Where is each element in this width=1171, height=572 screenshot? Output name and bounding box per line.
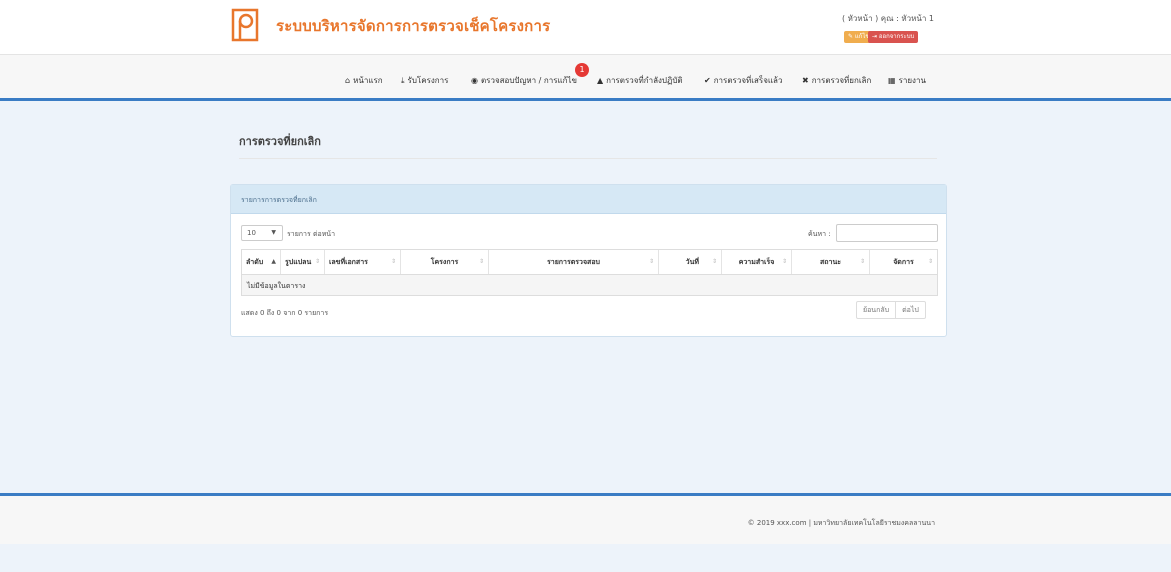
column-header-label: เลขที่เอกสาร: [329, 258, 368, 266]
title-divider: [239, 158, 937, 159]
check-icon: ✔: [704, 76, 711, 85]
nav-in-progress[interactable]: ▲ การตรวจที่กำลังปฏิบัติ: [597, 74, 683, 87]
header: ระบบบริหารจัดการการตรวจเช็คโครงการ ( หัว…: [0, 0, 1171, 54]
nav-home[interactable]: ⌂ หน้าแรก: [345, 74, 383, 87]
footer-copyright: © 2019 xxx.com | มหาวิทยาลัยเทคโนโลยีราช…: [747, 519, 935, 527]
nav-in-progress-label: การตรวจที่กำลังปฏิบัติ: [606, 76, 683, 85]
nav-inspect[interactable]: ◉ ตรวจสอบปัญหา / การแก้ไข: [471, 74, 577, 87]
nav-report[interactable]: ▦ รายงาน: [888, 74, 926, 87]
column-header-label: ความสำเร็จ: [738, 258, 775, 266]
column-header-progress[interactable]: ความสำเร็จ ⇕: [722, 250, 792, 274]
home-icon: ⌂: [345, 76, 351, 85]
chart-icon: ▦: [888, 76, 896, 85]
column-header-plan[interactable]: รูปแปลน ⇕: [281, 250, 325, 274]
page-length-select[interactable]: 10 ▼: [241, 225, 283, 241]
nav-report-label: รายงาน: [898, 76, 926, 85]
column-header-label: รายการตรวจสอบ: [547, 258, 600, 266]
download-icon: ⤓: [401, 75, 405, 85]
page-title: การตรวจที่ยกเลิก: [239, 135, 321, 148]
eye-icon: ◉: [471, 76, 478, 85]
caret-down-icon: ▼: [271, 229, 276, 236]
next-page-button[interactable]: ต่อไป: [895, 302, 925, 318]
sort-icon: ⇕: [781, 258, 787, 265]
sort-icon: ⇕: [648, 258, 654, 265]
sort-icon: ⇕: [478, 258, 484, 265]
panel-heading: รายการการตรวจที่ยกเลิก: [231, 185, 946, 214]
user-info: ( หัวหน้า ) คุณ : หัวหน้า 1: [841, 14, 934, 23]
prev-page-button[interactable]: ย้อนกลับ: [857, 302, 895, 318]
pagination: ย้อนกลับ ต่อไป: [856, 301, 926, 319]
table-info: แสดง 0 ถึง 0 จาก 0 รายการ: [241, 309, 329, 317]
search-input[interactable]: [836, 224, 938, 242]
cancelled-list-panel: รายการการตรวจที่ยกเลิก 10 ▼ รายการ ต่อหน…: [230, 184, 947, 337]
nav-cancelled-label: การตรวจที่ยกเลิก: [811, 76, 872, 85]
panel-heading-text: รายการการตรวจที่ยกเลิก: [241, 196, 317, 204]
footer: © 2019 xxx.com | มหาวิทยาลัยเทคโนโลยีราช…: [0, 496, 1171, 544]
column-header-label: โครงการ: [430, 258, 459, 266]
column-header-label: รูปแปลน: [285, 258, 312, 266]
sort-icon: ⇕: [314, 258, 320, 265]
sort-icon: ⇕: [927, 258, 933, 265]
nav-inspect-label: ตรวจสอบปัญหา / การแก้ไข: [480, 76, 577, 85]
column-header-label: สถานะ: [820, 258, 841, 266]
nav-home-label: หน้าแรก: [353, 76, 383, 85]
column-header-manage[interactable]: จัดการ ⇕: [870, 250, 937, 274]
logo-icon: [231, 8, 259, 42]
column-header-order[interactable]: ลำดับ ▲: [242, 250, 281, 274]
nav-done[interactable]: ✔ การตรวจที่เสร็จแล้ว: [704, 74, 782, 87]
column-header-date[interactable]: วันที่ ⇕: [659, 250, 722, 274]
nav-cancelled[interactable]: ✖ การตรวจที่ยกเลิก: [802, 74, 871, 87]
data-table: ลำดับ ▲ รูปแปลน ⇕ เลขที่เอกสาร ⇕ โครงการ ⇕ ร…: [241, 249, 938, 296]
nav-receive[interactable]: ⤓ รับโครงการ: [401, 74, 448, 87]
column-header-label: วันที่: [685, 258, 699, 266]
sort-icon: ⇕: [390, 258, 396, 265]
sort-icon: ⇕: [711, 258, 717, 265]
sort-asc-icon: ▲: [271, 258, 276, 265]
sort-icon: ⇕: [859, 258, 865, 265]
empty-table-message: ไม่มีข้อมูลในตาราง: [247, 282, 306, 290]
inspect-count-badge: 1: [575, 63, 589, 77]
nav-divider: [0, 98, 1171, 101]
logout-button[interactable]: ⇥ ออกจากระบบ: [868, 31, 919, 43]
table-row: ไม่มีข้อมูลในตาราง: [242, 274, 937, 295]
column-header-status[interactable]: สถานะ ⇕: [792, 250, 870, 274]
page-length-label: รายการ ต่อหน้า: [287, 230, 336, 238]
close-icon: ✖: [802, 76, 809, 85]
column-header-label: ลำดับ: [246, 258, 264, 266]
nav-done-label: การตรวจที่เสร็จแล้ว: [713, 76, 783, 85]
column-header-doc-no[interactable]: เลขที่เอกสาร ⇕: [325, 250, 401, 274]
column-header-label: จัดการ: [893, 258, 914, 266]
column-header-checklist[interactable]: รายการตรวจสอบ ⇕: [489, 250, 659, 274]
main-nav: ⌂ หน้าแรก ⤓ รับโครงการ ◉ ตรวจสอบปัญหา / …: [0, 54, 1171, 98]
column-header-project[interactable]: โครงการ ⇕: [401, 250, 489, 274]
page-length-value: 10: [247, 229, 256, 237]
warning-icon: ▲: [597, 76, 604, 85]
brand-title: ระบบบริหารจัดการการตรวจเช็คโครงการ: [276, 17, 551, 35]
search-label: ค้นหา :: [808, 230, 831, 238]
nav-receive-label: รับโครงการ: [407, 76, 449, 85]
